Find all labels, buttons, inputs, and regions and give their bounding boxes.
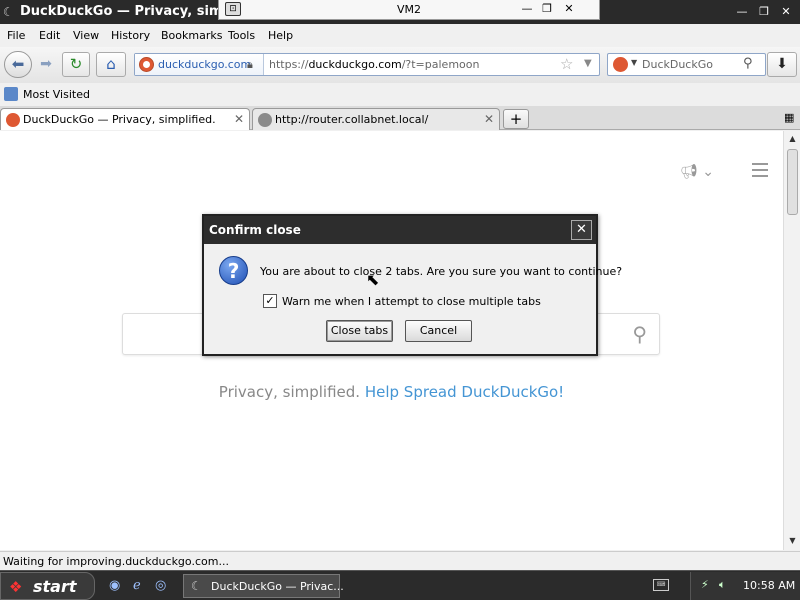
search-placeholder: DuckDuckGo: [642, 58, 713, 71]
scroll-up-icon[interactable]: ▲: [786, 132, 799, 146]
taskbar-item-browser[interactable]: ☾ DuckDuckGo — Privac...: [183, 574, 344, 598]
quicklaunch-ie-icon[interactable]: ℯ: [133, 578, 141, 593]
window-close-button[interactable]: ✕: [776, 3, 796, 21]
new-tab-button[interactable]: +: [503, 109, 529, 129]
close-tabs-button[interactable]: Close tabs: [326, 320, 393, 342]
search-engine-icon[interactable]: [613, 57, 628, 72]
search-icon[interactable]: ⚲: [632, 322, 647, 346]
most-visited-folder-icon: [4, 87, 18, 101]
taskbar-item-label: DuckDuckGo — Privac...: [211, 580, 344, 593]
site-identity-button[interactable]: duckduckgo.com 🔒︎: [135, 54, 264, 75]
url-path: /?t=palemoon: [401, 58, 480, 71]
tab-duckduckgo[interactable]: DuckDuckGo — Privacy, simplified. ✕: [0, 108, 250, 130]
system-tray: ⚡ 🔈︎ 10:58 AM: [690, 572, 800, 600]
status-bar: Waiting for improving.duckduckgo.com...: [0, 551, 800, 570]
bookmarks-toolbar: Most Visited: [0, 84, 800, 105]
menu-bar: File Edit View History Bookmarks Tools H…: [0, 25, 800, 46]
dialog-message: You are about to close 2 tabs. Are you s…: [260, 265, 623, 278]
vm-restore-button[interactable]: ❐: [539, 2, 555, 15]
reload-icon: ↻: [69, 55, 83, 73]
bookmark-most-visited[interactable]: Most Visited: [23, 88, 90, 101]
tagline: Privacy, simplified. Help Spread DuckDuc…: [0, 383, 783, 401]
dialog-close-button[interactable]: ✕: [571, 220, 592, 240]
url-bar[interactable]: duckduckgo.com 🔒︎ https://duckduckgo.com…: [134, 53, 600, 76]
mouse-cursor-icon: ⬉: [366, 270, 380, 289]
start-button[interactable]: ❖ start: [0, 572, 95, 600]
start-label: start: [33, 577, 77, 596]
palemoon-app-icon: ☾: [3, 5, 14, 19]
url-text[interactable]: https://duckduckgo.com/?t=palemoon: [269, 58, 479, 71]
volume-icon[interactable]: 🔈︎: [719, 578, 726, 592]
tab-label: DuckDuckGo — Privacy, simplified.: [23, 113, 216, 126]
menu-history[interactable]: History: [111, 29, 150, 42]
warn-checkbox-label[interactable]: Warn me when I attempt to close multiple…: [282, 295, 541, 308]
url-history-dropdown-icon[interactable]: ▼: [584, 58, 592, 69]
back-forward-group: ⬅ ➡: [4, 51, 60, 78]
tab-close-icon[interactable]: ✕: [484, 112, 494, 126]
window-minimize-button[interactable]: —: [732, 3, 752, 21]
identity-host: duckduckgo.com: [158, 58, 252, 71]
hamburger-menu-icon[interactable]: [752, 163, 768, 177]
keyboard-icon[interactable]: ⌨: [653, 579, 669, 591]
tagline-text: Privacy, simplified.: [218, 383, 361, 401]
lock-icon: 🔒︎: [247, 58, 253, 71]
reload-button[interactable]: ↻: [62, 52, 90, 77]
menu-edit[interactable]: Edit: [39, 29, 60, 42]
home-icon: ⌂: [106, 55, 116, 73]
menu-tools[interactable]: Tools: [228, 29, 255, 42]
windows-logo-icon: ❖: [9, 578, 23, 596]
quicklaunch-media-icon[interactable]: ◎: [155, 578, 166, 593]
url-host: duckduckgo.com: [308, 58, 402, 71]
question-icon: ?: [219, 256, 248, 285]
downloads-button[interactable]: ⬇: [767, 52, 797, 77]
plus-icon: +: [509, 110, 523, 128]
dialog-titlebar: Confirm close ✕: [204, 216, 596, 244]
tab-label: http://router.collabnet.local/: [275, 113, 429, 126]
menu-view[interactable]: View: [73, 29, 99, 42]
vm-connection-bar: ⊡ VM2 — ❐ ✕: [218, 0, 600, 20]
home-button[interactable]: ⌂: [96, 52, 126, 77]
confirm-close-dialog: Confirm close ✕ ? You are about to close…: [202, 214, 622, 356]
vertical-scrollbar[interactable]: ▲ ▼: [783, 131, 800, 550]
clock: 10:58 AM: [743, 579, 796, 592]
search-bar[interactable]: ▼ DuckDuckGo ⚲: [607, 53, 766, 76]
search-magnifier-icon[interactable]: ⚲: [743, 56, 753, 71]
tab-close-icon[interactable]: ✕: [234, 112, 244, 126]
vm-close-button[interactable]: ✕: [561, 2, 577, 15]
menu-help[interactable]: Help: [268, 29, 293, 42]
duckduckgo-favicon-icon: [139, 57, 154, 72]
download-arrow-icon: ⬇: [776, 56, 788, 72]
dialog-title: Confirm close: [209, 223, 301, 237]
help-spread-link[interactable]: Help Spread DuckDuckGo!: [365, 383, 564, 401]
all-tabs-icon[interactable]: ▦: [784, 111, 794, 124]
duckduckgo-tab-icon: [6, 113, 20, 127]
vm-minimize-button[interactable]: —: [519, 2, 535, 15]
back-arrow-icon: ⬅: [11, 55, 25, 73]
forward-arrow-icon: ➡: [40, 56, 52, 72]
megaphone-icon[interactable]: 📢︎ ⌄: [680, 164, 714, 180]
navigation-toolbar: ⬅ ➡ ↻ ⌂ duckduckgo.com 🔒︎ https://duckdu…: [0, 47, 800, 83]
window-maximize-button[interactable]: ❐: [754, 3, 774, 21]
quicklaunch-explorer-icon[interactable]: ◉: [109, 578, 120, 593]
scroll-thumb[interactable]: [787, 149, 798, 215]
menu-bookmarks[interactable]: Bookmarks: [161, 29, 222, 42]
search-engine-dropdown-icon[interactable]: ▼: [631, 58, 637, 67]
status-text: Waiting for improving.duckduckgo.com...: [3, 555, 229, 568]
menu-file[interactable]: File: [7, 29, 25, 42]
taskbar: ❖ start ◉ ℯ ◎ ☾ DuckDuckGo — Privac... ⌨…: [0, 570, 800, 600]
forward-button[interactable]: ➡: [34, 55, 58, 74]
bookmark-star-icon[interactable]: ☆: [560, 55, 573, 73]
globe-icon: [258, 113, 272, 127]
scroll-down-icon[interactable]: ▼: [786, 534, 799, 548]
network-icon[interactable]: ⚡: [701, 578, 709, 591]
tab-router[interactable]: http://router.collabnet.local/ ✕: [252, 108, 500, 130]
tab-strip: DuckDuckGo — Privacy, simplified. ✕ http…: [0, 106, 800, 130]
warn-checkbox[interactable]: ✓: [263, 294, 277, 308]
back-button[interactable]: ⬅: [4, 51, 32, 78]
url-prefix: https://: [269, 58, 309, 71]
window-title: DuckDuckGo — Privacy, simplif: [20, 4, 247, 19]
cancel-button[interactable]: Cancel: [405, 320, 472, 342]
palemoon-task-icon: ☾: [191, 579, 202, 593]
